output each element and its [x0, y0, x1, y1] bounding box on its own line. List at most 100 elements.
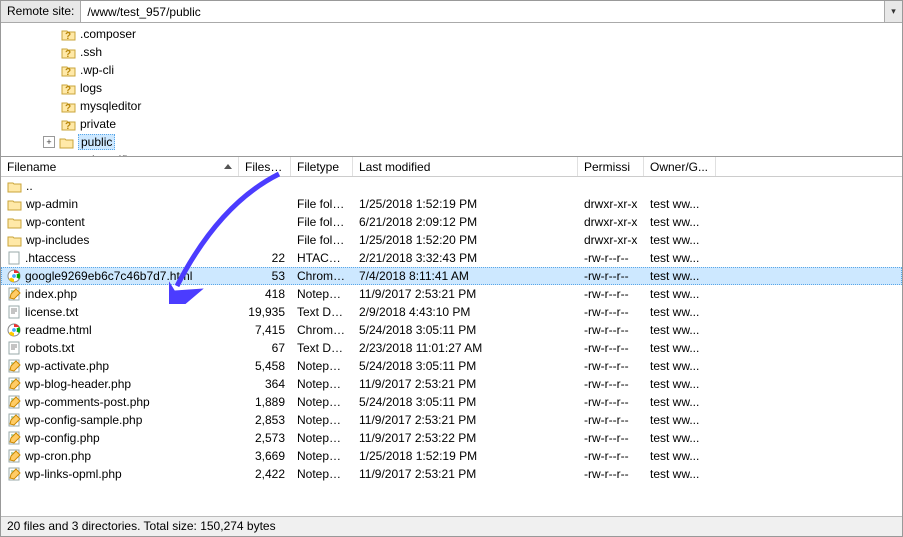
- file-size: 22: [239, 251, 291, 265]
- chrome-icon: [7, 323, 21, 337]
- file-size: 2,573: [239, 431, 291, 445]
- file-type: Text Doc...: [291, 305, 353, 319]
- file-row[interactable]: wp-activate.php5,458Notepad...5/24/2018 …: [1, 357, 902, 375]
- file-permissions: -rw-r--r--: [578, 449, 644, 463]
- file-row[interactable]: wp-config.php2,573Notepad...11/9/2017 2:…: [1, 429, 902, 447]
- file-row[interactable]: wp-includesFile folder1/25/2018 1:52:20 …: [1, 231, 902, 249]
- file-modified: 2/23/2018 11:01:27 AM: [353, 341, 578, 355]
- file-size: 418: [239, 287, 291, 301]
- file-permissions: -rw-r--r--: [578, 377, 644, 391]
- tree-item[interactable]: ?.wp-cli: [1, 61, 902, 79]
- file-owner: test ww...: [644, 305, 716, 319]
- file-owner: test ww...: [644, 413, 716, 427]
- file-name: wp-activate.php: [25, 359, 109, 373]
- file-row[interactable]: robots.txt67Text Doc...2/23/2018 11:01:2…: [1, 339, 902, 357]
- svg-text:?: ?: [65, 103, 71, 113]
- file-owner: test ww...: [644, 431, 716, 445]
- file-name: license.txt: [25, 305, 78, 319]
- tree-item[interactable]: +public: [1, 133, 902, 151]
- file-name: readme.html: [25, 323, 92, 337]
- folder-unknown-icon: ?: [61, 82, 76, 95]
- file-owner: test ww...: [644, 395, 716, 409]
- file-type: Notepad...: [291, 449, 353, 463]
- expand-icon[interactable]: +: [43, 136, 55, 148]
- file-size: 2,853: [239, 413, 291, 427]
- file-row[interactable]: license.txt19,935Text Doc...2/9/2018 4:4…: [1, 303, 902, 321]
- file-modified: 1/25/2018 1:52:20 PM: [353, 233, 578, 247]
- folder-icon: [7, 180, 22, 193]
- file-row[interactable]: wp-links-opml.php2,422Notepad...11/9/201…: [1, 465, 902, 483]
- tree-item[interactable]: ?.composer: [1, 25, 902, 43]
- folder-icon: [7, 234, 22, 247]
- file-row[interactable]: wp-cron.php3,669Notepad...1/25/2018 1:52…: [1, 447, 902, 465]
- file-row[interactable]: wp-contentFile folder6/21/2018 2:09:12 P…: [1, 213, 902, 231]
- file-owner: test ww...: [644, 377, 716, 391]
- file-owner: test ww...: [644, 197, 716, 211]
- file-size: 3,669: [239, 449, 291, 463]
- tree-item[interactable]: ?mysqleditor: [1, 97, 902, 115]
- file-permissions: drwxr-xr-x: [578, 215, 644, 229]
- folder-icon: [7, 216, 22, 229]
- file-row[interactable]: wp-config-sample.php2,853Notepad...11/9/…: [1, 411, 902, 429]
- file-size: 19,935: [239, 305, 291, 319]
- file-size: 67: [239, 341, 291, 355]
- column-header-filename[interactable]: Filename: [1, 157, 239, 176]
- file-list[interactable]: .. wp-adminFile folder1/25/2018 1:52:19 P…: [1, 177, 902, 497]
- file-name: index.php: [25, 287, 77, 301]
- svg-text:?: ?: [65, 49, 71, 59]
- file-name: wp-cron.php: [25, 449, 91, 463]
- file-name: wp-comments-post.php: [25, 395, 150, 409]
- file-row[interactable]: google9269eb6c7c46b7d7.html53Chrome ...7…: [1, 267, 902, 285]
- file-modified: 11/9/2017 2:53:21 PM: [353, 377, 578, 391]
- column-header-modified[interactable]: Last modified: [353, 157, 578, 176]
- file-permissions: -rw-r--r--: [578, 467, 644, 481]
- tree-item[interactable]: ? private: [1, 115, 902, 133]
- notepad-icon: [7, 467, 21, 481]
- folder-unknown-icon: ?: [61, 118, 76, 131]
- file-row[interactable]: .htaccess22HTACCE...2/21/2018 3:32:43 PM…: [1, 249, 902, 267]
- file-permissions: -rw-r--r--: [578, 287, 644, 301]
- file-row[interactable]: wp-adminFile folder1/25/2018 1:52:19 PMd…: [1, 195, 902, 213]
- folder-icon: [59, 136, 74, 149]
- status-bar: 20 files and 3 directories. Total size: …: [1, 516, 902, 536]
- file-permissions: drwxr-xr-x: [578, 197, 644, 211]
- file-type: Notepad...: [291, 377, 353, 391]
- file-row[interactable]: ..: [1, 177, 902, 195]
- file-permissions: -rw-r--r--: [578, 341, 644, 355]
- file-owner: test ww...: [644, 287, 716, 301]
- folder-unknown-icon: ?: [61, 46, 76, 59]
- file-owner: test ww...: [644, 359, 716, 373]
- file-size: 364: [239, 377, 291, 391]
- file-name: ..: [26, 179, 33, 193]
- column-header-filesize[interactable]: Filesize: [239, 157, 291, 176]
- file-type: File folder: [291, 197, 353, 211]
- file-icon: [7, 251, 21, 265]
- column-header-permissions[interactable]: Permissi: [578, 157, 644, 176]
- path-dropdown-button[interactable]: ▾: [884, 1, 902, 22]
- file-row[interactable]: index.php418Notepad...11/9/2017 2:53:21 …: [1, 285, 902, 303]
- notepad-icon: [7, 359, 21, 373]
- notepad-icon: [7, 287, 21, 301]
- remote-path-input[interactable]: [81, 1, 884, 22]
- file-row[interactable]: wp-blog-header.php364Notepad...11/9/2017…: [1, 375, 902, 393]
- tree-item[interactable]: ? .ssh: [1, 43, 902, 61]
- tree-item-label: private: [80, 117, 116, 131]
- directory-tree[interactable]: ?.composer? .ssh ?.wp-cli?logs?mysqleditor…: [1, 23, 902, 157]
- file-modified: 11/9/2017 2:53:21 PM: [353, 467, 578, 481]
- text-file-icon: [7, 341, 21, 355]
- column-header-filetype[interactable]: Filetype: [291, 157, 353, 176]
- column-header-owner[interactable]: Owner/G...: [644, 157, 716, 176]
- file-row[interactable]: readme.html7,415Chrome ...5/24/2018 3:05…: [1, 321, 902, 339]
- file-name: wp-config-sample.php: [25, 413, 142, 427]
- tree-item[interactable]: ?logs: [1, 79, 902, 97]
- tree-item-label: .ssh: [80, 45, 102, 59]
- file-size: 7,415: [239, 323, 291, 337]
- file-modified: 6/21/2018 2:09:12 PM: [353, 215, 578, 229]
- file-name: google9269eb6c7c46b7d7.html: [25, 269, 192, 283]
- file-permissions: -rw-r--r--: [578, 269, 644, 283]
- file-row[interactable]: wp-comments-post.php1,889Notepad...5/24/…: [1, 393, 902, 411]
- remote-path-bar: Remote site: ▾: [1, 1, 902, 23]
- file-permissions: -rw-r--r--: [578, 431, 644, 445]
- notepad-icon: [7, 395, 21, 409]
- file-modified: 11/9/2017 2:53:21 PM: [353, 287, 578, 301]
